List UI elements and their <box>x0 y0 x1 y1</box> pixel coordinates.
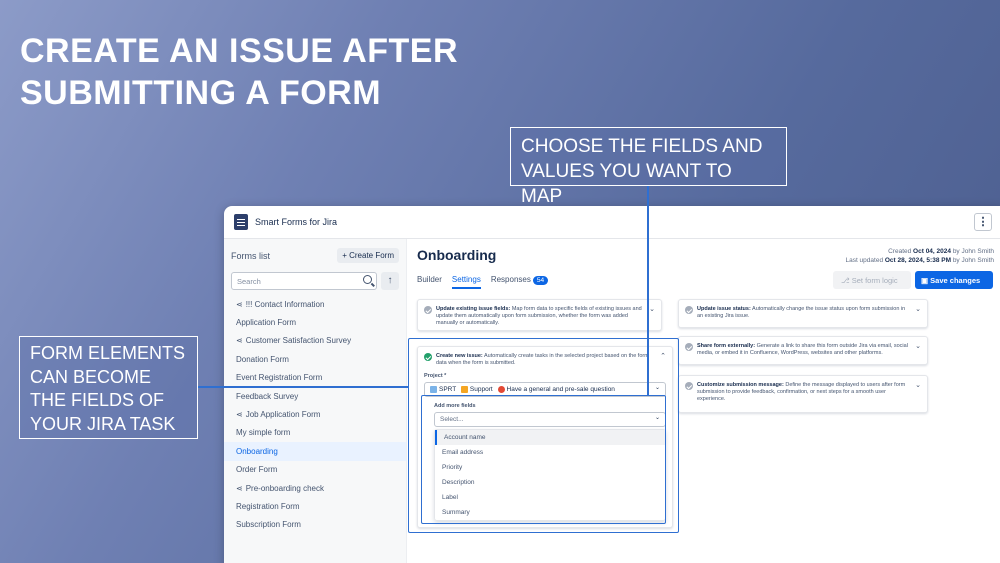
callout-line: CAN BECOME <box>30 366 152 387</box>
sidebar-item-label: Event Registration Form <box>236 373 323 383</box>
search-placeholder: Search <box>237 277 261 286</box>
chevron-down-icon[interactable]: ⌄ <box>915 382 921 389</box>
card-title: Customize submission message: <box>697 382 784 388</box>
card-title: Share form externally: <box>697 343 756 349</box>
sidebar-item-label: Registration Form <box>236 501 300 511</box>
check-icon <box>685 343 693 351</box>
callout-map-fields: CHOOSE THE FIELDS AND VALUES YOU WANT TO… <box>510 127 787 207</box>
sidebar-item[interactable]: ⋖!!! Contact Information <box>224 295 406 313</box>
check-icon <box>424 306 432 314</box>
headline-line-1: CREATE AN ISSUE AFTER <box>20 32 459 70</box>
connector-line <box>647 186 649 395</box>
sidebar-item[interactable]: ⋖ Customer Satisfaction Survey <box>224 332 406 350</box>
sidebar-title: Forms list <box>231 250 270 261</box>
created-prefix: Created <box>888 248 912 255</box>
check-icon <box>685 306 693 314</box>
set-form-logic-button[interactable]: ⎇ Set form logic <box>833 271 911 289</box>
sidebar-item[interactable]: Feedback Survey <box>224 387 406 405</box>
form-meta: Created Oct 04, 2024 by John Smith Last … <box>845 247 994 265</box>
sidebar-item[interactable]: Application Form <box>224 313 406 331</box>
card-customize-message[interactable]: Customize submission message: Define the… <box>678 375 928 413</box>
updated-date: Oct 28, 2024, 5:38 PM <box>884 257 951 264</box>
sidebar-item-label: Onboarding <box>236 446 278 456</box>
updated-by: by John Smith <box>952 257 994 264</box>
card-share-externally[interactable]: Share form externally: Generate a link t… <box>678 336 928 365</box>
sidebar-item-label: Pre-onboarding check <box>245 483 324 493</box>
sidebar-item[interactable]: ⋖ Job Application Form <box>224 405 406 423</box>
chevron-down-icon[interactable]: ⌄ <box>915 343 921 350</box>
share-icon: ⋖ <box>236 336 243 346</box>
created-date: Oct 04, 2024 <box>913 248 951 255</box>
set-form-logic-label: Set form logic <box>851 276 898 285</box>
headline: CREATE AN ISSUE AFTER SUBMITTING A FORM <box>20 30 458 114</box>
sidebar-item-label: !!! Contact Information <box>245 299 325 309</box>
sidebar-item[interactable]: Onboarding <box>224 442 406 461</box>
sidebar-item-label: Application Form <box>236 318 297 328</box>
sidebar-item-label: Customer Satisfaction Survey <box>245 336 352 346</box>
tab-settings[interactable]: Settings <box>451 275 481 289</box>
sidebar: Forms list + Create Form Search ↑ ⋖!!! C… <box>224 239 407 563</box>
tab-responses-label: Responses <box>490 275 531 284</box>
sidebar-item[interactable]: Registration Form <box>224 497 406 515</box>
connector-line <box>198 386 408 388</box>
callout-line: YOUR JIRA TASK <box>30 413 176 434</box>
sidebar-item[interactable]: Event Registration Form <box>224 369 406 387</box>
tab-responses[interactable]: Responses 54 <box>490 275 549 289</box>
callout-line: FORM ELEMENTS <box>30 343 186 363</box>
sidebar-item-label: Order Form <box>236 465 278 475</box>
sidebar-item-label: My simple form <box>236 428 291 438</box>
highlight-field-options <box>421 395 666 524</box>
sidebar-item[interactable]: Donation Form <box>224 350 406 368</box>
app-title: Smart Forms for Jira <box>255 217 338 227</box>
updated-prefix: Last updated <box>845 257 884 264</box>
sidebar-item-label: Donation Form <box>236 354 289 364</box>
create-form-button[interactable]: + Create Form <box>337 248 399 263</box>
chevron-down-icon[interactable]: ⌄ <box>649 306 655 313</box>
sidebar-item-label: Feedback Survey <box>236 391 299 401</box>
tabs: Builder Settings Responses 54 <box>417 275 549 289</box>
sidebar-item[interactable]: ⋖ Pre-onboarding check <box>224 479 406 497</box>
share-icon: ⋖ <box>236 483 243 493</box>
save-changes-label: Save changes <box>930 276 981 285</box>
card-title: Update existing issue fields: <box>436 306 511 312</box>
share-icon: ⋖ <box>236 410 243 420</box>
sidebar-item[interactable]: Subscription Form <box>224 516 406 534</box>
sidebar-item-label: Subscription Form <box>236 520 301 530</box>
callout-line: CHOOSE THE FIELDS AND <box>521 136 763 157</box>
responses-count-badge: 54 <box>532 276 549 285</box>
share-icon: ⋖ <box>236 299 243 309</box>
headline-line-2: SUBMITTING A FORM <box>20 74 382 112</box>
check-icon <box>685 382 693 390</box>
sort-arrow-up-icon[interactable]: ↑ <box>381 272 399 290</box>
sidebar-item[interactable]: My simple form <box>224 424 406 442</box>
app-logo-icon <box>234 214 248 230</box>
app-topbar: Smart Forms for Jira ⋮ <box>224 206 1000 239</box>
search-icon[interactable] <box>363 275 372 284</box>
created-by: by John Smith <box>952 248 994 255</box>
page-title: Onboarding <box>417 247 497 263</box>
save-changes-button[interactable]: ▣ Save changes <box>915 271 993 289</box>
sidebar-item-label: Job Application Form <box>245 410 321 420</box>
kebab-icon[interactable]: ⋮ <box>974 213 992 231</box>
callout-form-elements: FORM ELEMENTS CAN BECOME THE FIELDS OF Y… <box>19 336 198 439</box>
callout-line: THE FIELDS OF <box>30 390 165 410</box>
search-input[interactable]: Search <box>231 272 377 290</box>
forms-list: ⋖!!! Contact Information Application Form… <box>224 295 406 534</box>
card-title: Update issue status: <box>697 306 751 312</box>
callout-line: VALUES YOU WANT TO MAP <box>521 161 732 207</box>
card-update-fields[interactable]: Update existing issue fields: Map form d… <box>417 299 662 331</box>
tab-builder[interactable]: Builder <box>417 275 442 289</box>
card-update-status[interactable]: Update issue status: Automatically chang… <box>678 299 928 328</box>
sidebar-item[interactable]: Order Form <box>224 461 406 479</box>
chevron-down-icon[interactable]: ⌄ <box>915 306 921 313</box>
